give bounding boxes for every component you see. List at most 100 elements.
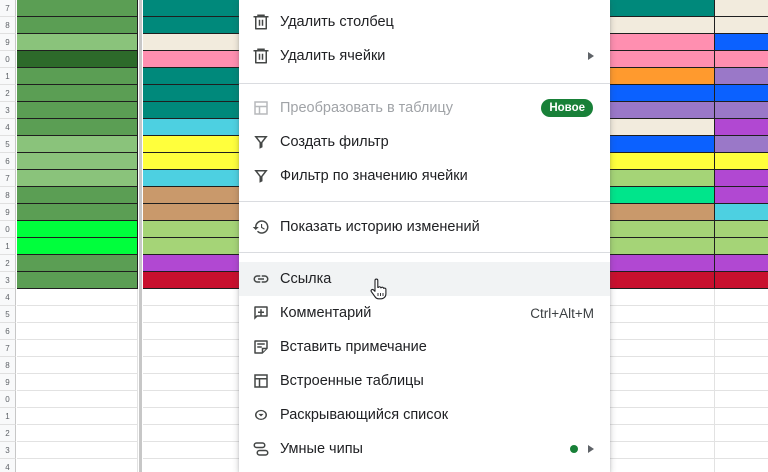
sheet-cell[interactable] bbox=[17, 221, 138, 238]
sheet-cell[interactable] bbox=[715, 153, 768, 170]
sheet-cell[interactable] bbox=[17, 323, 138, 340]
row-number[interactable]: 4 bbox=[0, 289, 16, 306]
sheet-cell[interactable] bbox=[610, 153, 715, 170]
sheet-cell[interactable] bbox=[17, 102, 138, 119]
sheet-cell[interactable] bbox=[610, 221, 715, 238]
menu-item-smart-chips[interactable]: Умные чипы bbox=[239, 432, 610, 466]
menu-item-show-edit-history[interactable]: Показать историю изменений bbox=[239, 210, 610, 244]
sheet-cell[interactable] bbox=[17, 459, 138, 472]
sheet-cell[interactable] bbox=[610, 85, 715, 102]
sheet-cell[interactable] bbox=[17, 187, 138, 204]
sheet-cell[interactable] bbox=[715, 170, 768, 187]
sheet-cell[interactable] bbox=[715, 255, 768, 272]
sheet-cell[interactable] bbox=[17, 51, 138, 68]
sheet-cell[interactable] bbox=[715, 187, 768, 204]
row-number[interactable]: 5 bbox=[0, 306, 16, 323]
sheet-cell[interactable] bbox=[715, 391, 768, 408]
sheet-cell[interactable] bbox=[610, 289, 715, 306]
sheet-cell[interactable] bbox=[715, 221, 768, 238]
menu-item-filter-by-cell-value[interactable]: Фильтр по значению ячейки bbox=[239, 159, 610, 193]
sheet-cell[interactable] bbox=[610, 204, 715, 221]
sheet-cell[interactable] bbox=[17, 170, 138, 187]
menu-item-delete-cells[interactable]: Удалить ячейки bbox=[239, 39, 610, 73]
sheet-cell[interactable] bbox=[715, 238, 768, 255]
sheet-cell[interactable] bbox=[610, 255, 715, 272]
sheet-cell[interactable] bbox=[715, 442, 768, 459]
row-number[interactable]: 3 bbox=[0, 102, 16, 119]
row-number[interactable]: 2 bbox=[0, 425, 16, 442]
sheet-cell[interactable] bbox=[610, 323, 715, 340]
row-number[interactable]: 8 bbox=[0, 17, 16, 34]
sheet-cell[interactable] bbox=[17, 391, 138, 408]
sheet-cell[interactable] bbox=[17, 238, 138, 255]
row-number[interactable]: 8 bbox=[0, 187, 16, 204]
sheet-cell[interactable] bbox=[610, 374, 715, 391]
row-number[interactable]: 6 bbox=[0, 323, 16, 340]
sheet-cell[interactable] bbox=[715, 204, 768, 221]
frozen-column-divider[interactable] bbox=[139, 0, 142, 472]
row-number[interactable]: 7 bbox=[0, 0, 16, 17]
sheet-cell[interactable] bbox=[715, 306, 768, 323]
sheet-cell[interactable] bbox=[17, 272, 138, 289]
sheet-cell[interactable] bbox=[610, 272, 715, 289]
row-number[interactable]: 7 bbox=[0, 170, 16, 187]
sheet-cell[interactable] bbox=[17, 289, 138, 306]
sheet-cell[interactable] bbox=[610, 425, 715, 442]
sheet-cell[interactable] bbox=[715, 0, 768, 17]
row-number[interactable]: 0 bbox=[0, 391, 16, 408]
menu-item-create-filter[interactable]: Создать фильтр bbox=[239, 125, 610, 159]
sheet-cell[interactable] bbox=[715, 323, 768, 340]
sheet-cell[interactable] bbox=[17, 0, 138, 17]
sheet-cell[interactable] bbox=[610, 408, 715, 425]
sheet-cell[interactable] bbox=[715, 102, 768, 119]
row-number[interactable]: 5 bbox=[0, 136, 16, 153]
sheet-cell[interactable] bbox=[610, 17, 715, 34]
row-number[interactable]: 1 bbox=[0, 238, 16, 255]
sheet-cell[interactable] bbox=[610, 119, 715, 136]
sheet-cell[interactable] bbox=[715, 51, 768, 68]
sheet-cell[interactable] bbox=[610, 170, 715, 187]
row-number[interactable]: 6 bbox=[0, 153, 16, 170]
row-number[interactable]: 4 bbox=[0, 119, 16, 136]
sheet-cell[interactable] bbox=[17, 204, 138, 221]
sheet-cell[interactable] bbox=[17, 306, 138, 323]
sheet-cell[interactable] bbox=[610, 442, 715, 459]
sheet-cell[interactable] bbox=[17, 34, 138, 51]
row-number[interactable]: 9 bbox=[0, 34, 16, 51]
menu-item-insert-note[interactable]: Вставить примечание bbox=[239, 330, 610, 364]
sheet-cell[interactable] bbox=[610, 102, 715, 119]
sheet-cell[interactable] bbox=[17, 255, 138, 272]
menu-item-link[interactable]: Ссылка bbox=[239, 262, 610, 296]
sheet-cell[interactable] bbox=[17, 425, 138, 442]
sheet-cell[interactable] bbox=[17, 442, 138, 459]
row-number[interactable]: 0 bbox=[0, 221, 16, 238]
row-number[interactable]: 1 bbox=[0, 68, 16, 85]
row-number[interactable]: 0 bbox=[0, 51, 16, 68]
row-number[interactable]: 9 bbox=[0, 374, 16, 391]
row-number[interactable]: 2 bbox=[0, 85, 16, 102]
sheet-cell[interactable] bbox=[17, 374, 138, 391]
sheet-cell[interactable] bbox=[17, 85, 138, 102]
sheet-cell[interactable] bbox=[715, 272, 768, 289]
sheet-cell[interactable] bbox=[610, 187, 715, 204]
row-number[interactable]: 3 bbox=[0, 272, 16, 289]
sheet-cell[interactable] bbox=[17, 68, 138, 85]
sheet-cell[interactable] bbox=[715, 85, 768, 102]
sheet-cell[interactable] bbox=[17, 357, 138, 374]
sheet-cell[interactable] bbox=[17, 17, 138, 34]
sheet-cell[interactable] bbox=[715, 374, 768, 391]
sheet-cell[interactable] bbox=[715, 408, 768, 425]
sheet-cell[interactable] bbox=[715, 68, 768, 85]
sheet-cell[interactable] bbox=[17, 153, 138, 170]
row-number[interactable]: 2 bbox=[0, 255, 16, 272]
sheet-cell[interactable] bbox=[715, 119, 768, 136]
row-number[interactable]: 7 bbox=[0, 340, 16, 357]
sheet-cell[interactable] bbox=[610, 0, 715, 17]
menu-item-convert-to-table[interactable]: Преобразовать в таблицу Новое bbox=[239, 91, 610, 125]
menu-item-delete-column[interactable]: Удалить столбец bbox=[239, 5, 610, 39]
sheet-cell[interactable] bbox=[610, 391, 715, 408]
row-number[interactable]: 8 bbox=[0, 357, 16, 374]
sheet-cell[interactable] bbox=[610, 34, 715, 51]
sheet-cell[interactable] bbox=[17, 408, 138, 425]
sheet-cell[interactable] bbox=[715, 340, 768, 357]
